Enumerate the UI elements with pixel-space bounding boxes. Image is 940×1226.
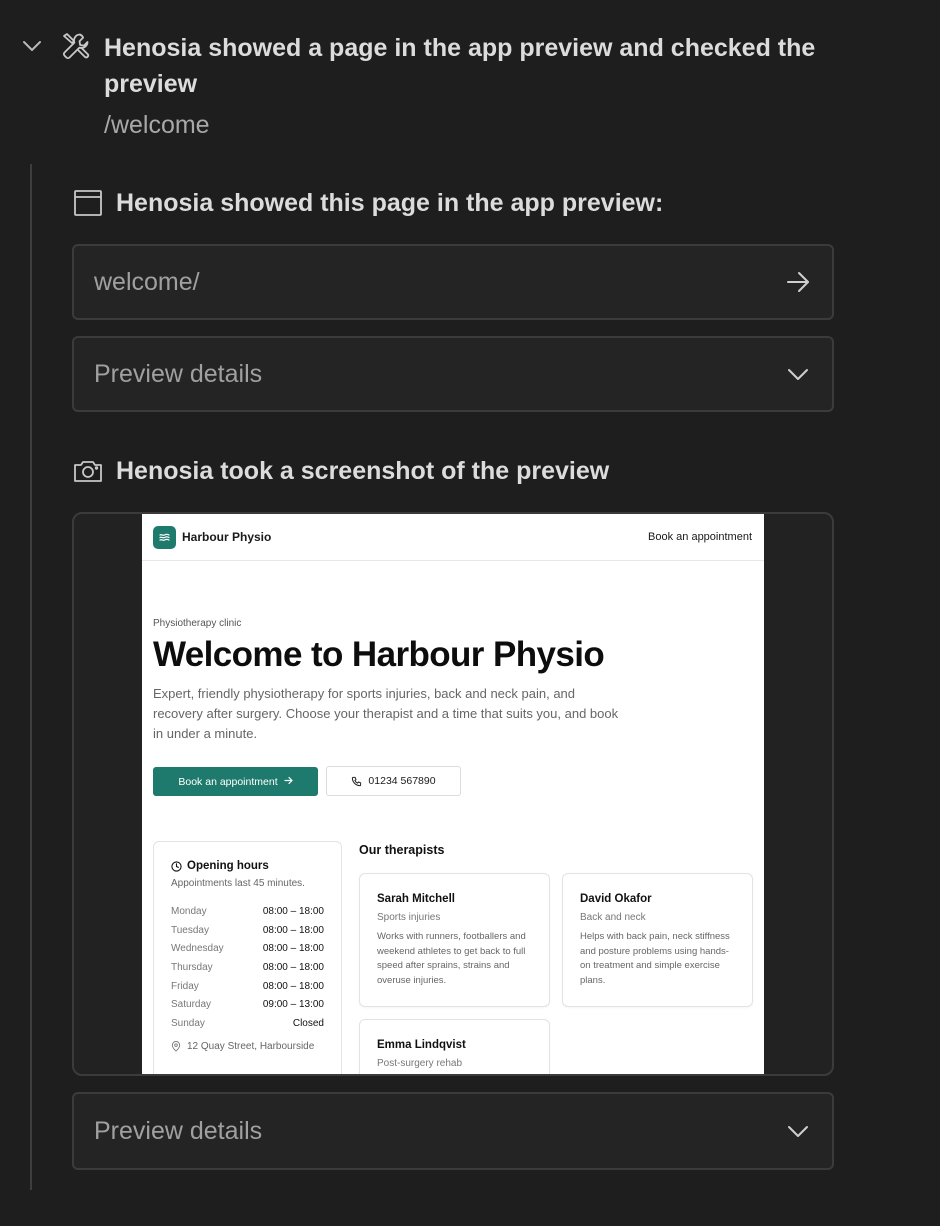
hours-day: Sunday	[171, 1018, 205, 1030]
hours-day: Monday	[171, 906, 207, 917]
preview-opening-hours-card: Opening hours Appointments last 45 minut…	[153, 841, 342, 1074]
preview-details-label: Preview details	[94, 1116, 263, 1145]
collapse-chevron-icon[interactable]	[20, 34, 44, 58]
map-pin-icon	[171, 1040, 181, 1052]
hours-day: Thursday	[171, 962, 213, 974]
hours-row: Thursday 08:00 – 18:00	[171, 962, 324, 981]
waves-logo-icon	[153, 525, 176, 549]
screenshot-frame: Harbour Physio Book an appointment Physi…	[72, 512, 834, 1076]
hours-time: 09:00 – 13:00	[262, 999, 324, 1011]
hours-row: Monday 08:00 – 18:00	[171, 906, 324, 925]
hours-row: Tuesday 08:00 – 18:00	[171, 925, 324, 944]
preview-brand-name: Harbour Physio	[182, 530, 272, 544]
arrow-right-icon	[284, 776, 293, 788]
preview-address: 12 Quay Street, Harbourside	[171, 1041, 324, 1052]
show-page-heading: Henosia showed this page in the app prev…	[72, 185, 663, 221]
hours-row: Friday 08:00 – 18:00	[171, 981, 324, 1000]
hours-day: Friday	[171, 980, 199, 992]
phone-icon	[352, 776, 362, 786]
preview-book-button-label: Book an appointment	[178, 775, 278, 788]
hours-time: 08:00 – 18:00	[262, 924, 324, 936]
therapist-name: Emma Lindqvist	[377, 1039, 466, 1051]
thread-line	[30, 164, 32, 1190]
preview-address-text: 12 Quay Street, Harbourside	[187, 1040, 315, 1052]
therapist-description: Works with runners, footballers and week…	[377, 931, 526, 986]
show-page-title: Henosia showed this page in the app prev…	[116, 188, 664, 217]
preview-nav-book-link: Book an appointment	[648, 531, 752, 543]
therapist-name: Sarah Mitchell	[377, 893, 455, 905]
therapist-specialty: Post-surgery rehab	[377, 1058, 463, 1069]
preview-lead: Expert, friendly physiotherapy for sport…	[153, 686, 619, 741]
therapist-card: Emma Lindqvist Post-surgery rehab	[359, 1019, 550, 1074]
preview-heading: Welcome to Harbour Physio	[153, 635, 605, 674]
hours-row: Saturday 09:00 – 13:00	[171, 999, 324, 1018]
preview-details-toggle-1[interactable]: Preview details	[72, 336, 834, 412]
activity-title: Henosia showed a page in the app preview…	[104, 34, 816, 98]
hours-day: Tuesday	[171, 924, 209, 936]
preview-details-toggle-2[interactable]: Preview details	[72, 1092, 834, 1170]
chevron-down-icon	[788, 369, 808, 380]
hours-time: 08:00 – 18:00	[262, 962, 324, 974]
chevron-down-icon	[788, 1126, 808, 1137]
preview-book-button: Book an appointment	[153, 767, 318, 796]
hours-time: 08:00 – 18:00	[262, 980, 324, 992]
preview-navbar: Harbour Physio Book an appointment	[142, 514, 764, 561]
opening-hours-title: Opening hours	[187, 860, 269, 872]
url-value: welcome/	[94, 267, 200, 296]
hours-row: Sunday Closed	[171, 1018, 324, 1037]
therapists-heading: Our therapists	[359, 843, 445, 857]
url-bar[interactable]: welcome/	[72, 244, 834, 320]
therapist-card: Sarah Mitchell Sports injuries Works wit…	[359, 873, 550, 1007]
therapist-specialty: Sports injuries	[377, 912, 441, 923]
preview-phone-button: 01234 567890	[326, 766, 461, 796]
therapist-name: David Okafor	[580, 893, 652, 905]
hours-day: Saturday	[171, 999, 212, 1011]
activity-path: /welcome	[104, 111, 210, 139]
preview-eyebrow: Physiotherapy clinic	[153, 618, 242, 629]
arrow-right-icon[interactable]	[784, 268, 812, 296]
hours-day: Wednesday	[171, 943, 224, 955]
therapist-specialty: Back and neck	[580, 912, 646, 923]
hours-time: 08:00 – 18:00	[262, 943, 324, 955]
opening-hours-subtitle: Appointments last 45 minutes.	[171, 878, 305, 889]
therapist-card: David Okafor Back and neck Helps with ba…	[562, 873, 753, 1007]
browser-window-icon	[74, 190, 102, 216]
hours-row: Wednesday 08:00 – 18:00	[171, 943, 324, 962]
preview-details-label: Preview details	[94, 359, 263, 388]
hours-time: Closed	[292, 1018, 324, 1030]
tools-icon	[62, 33, 90, 60]
preview-brand: Harbour Physio	[153, 525, 272, 549]
opening-hours-table: Monday 08:00 – 18:00 Tuesday 08:00 – 18:00…	[171, 906, 324, 1037]
camera-icon	[74, 461, 102, 482]
screenshot-title: Henosia took a screenshot of the preview	[116, 456, 610, 485]
therapist-description: Helps with back pain, neck stiffness and…	[580, 931, 730, 986]
opening-hours-heading: Opening hours	[171, 860, 324, 872]
preview-screenshot: Harbour Physio Book an appointment Physi…	[142, 514, 764, 1074]
screenshot-heading: Henosia took a screenshot of the preview	[72, 453, 609, 489]
preview-phone-number: 01234 567890	[368, 775, 436, 787]
clock-icon	[171, 860, 182, 872]
hours-time: 08:00 – 18:00	[262, 906, 324, 917]
